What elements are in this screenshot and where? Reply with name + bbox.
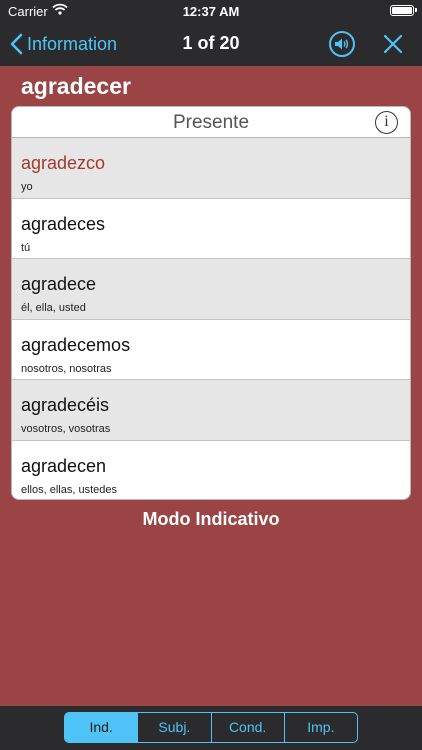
conjugation-row[interactable]: agradecen ellos, ellas, ustedes xyxy=(12,441,410,500)
conjugation-row[interactable]: agradezco yo xyxy=(12,138,410,199)
mood-segmented-control: Ind. Subj. Cond. Imp. xyxy=(64,712,358,743)
conjugation-row[interactable]: agradece él, ella, usted xyxy=(12,259,410,320)
verb-title: agradecer xyxy=(21,73,131,99)
pronoun-label: nosotros, nosotras xyxy=(21,362,112,375)
bottom-toolbar: Ind. Subj. Cond. Imp. xyxy=(0,706,422,750)
pronoun-label: tú xyxy=(21,241,31,254)
battery-icon xyxy=(390,5,417,16)
back-button[interactable]: Information xyxy=(10,30,117,58)
pronoun-label: ellos, ellas, ustedes xyxy=(21,483,117,496)
pronoun-label: vosotros, vosotras xyxy=(21,423,111,435)
pronoun-label: yo xyxy=(21,181,33,193)
top-bar: Carrier 12:37 AM Information 1 of 20 xyxy=(0,0,422,66)
conjugation-row[interactable]: agradecéis vosotros, vosotras xyxy=(12,380,410,441)
tab-imperative[interactable]: Imp. xyxy=(285,713,357,742)
tense-title: Presente xyxy=(172,112,250,133)
tab-indicative[interactable]: Ind. xyxy=(65,713,139,742)
close-icon xyxy=(383,34,403,54)
speaker-icon xyxy=(335,38,349,50)
navigation-bar: Information 1 of 20 xyxy=(0,22,422,66)
conjugation-table: Presente i agradezco yo agradeces tú agr… xyxy=(11,106,411,500)
close-button[interactable] xyxy=(381,32,405,56)
back-button-label: Information xyxy=(27,33,118,54)
conjugated-form: agradecemos xyxy=(21,334,131,355)
chevron-left-icon xyxy=(10,33,23,55)
pronoun-label: él, ella, usted xyxy=(21,302,86,314)
conjugated-form: agradece xyxy=(21,274,97,294)
status-bar: Carrier 12:37 AM xyxy=(0,0,422,22)
tense-header: Presente i xyxy=(12,107,410,138)
conjugated-form: agradeces xyxy=(21,213,106,234)
status-time: 12:37 AM xyxy=(182,4,240,19)
conjugated-form: agradezco xyxy=(21,153,106,173)
tab-conditional[interactable]: Cond. xyxy=(212,713,285,742)
info-icon[interactable]: i xyxy=(375,111,398,134)
mode-label: Modo Indicativo xyxy=(142,509,280,529)
speaker-button[interactable] xyxy=(329,31,355,57)
tab-subjunctive[interactable]: Subj. xyxy=(138,713,212,742)
conjugated-form: agradecéis xyxy=(21,395,110,415)
conjugation-row[interactable]: agradecemos nosotros, nosotras xyxy=(12,320,410,380)
conjugation-row[interactable]: agradeces tú xyxy=(12,199,410,259)
conjugated-form: agradecen xyxy=(21,455,107,476)
